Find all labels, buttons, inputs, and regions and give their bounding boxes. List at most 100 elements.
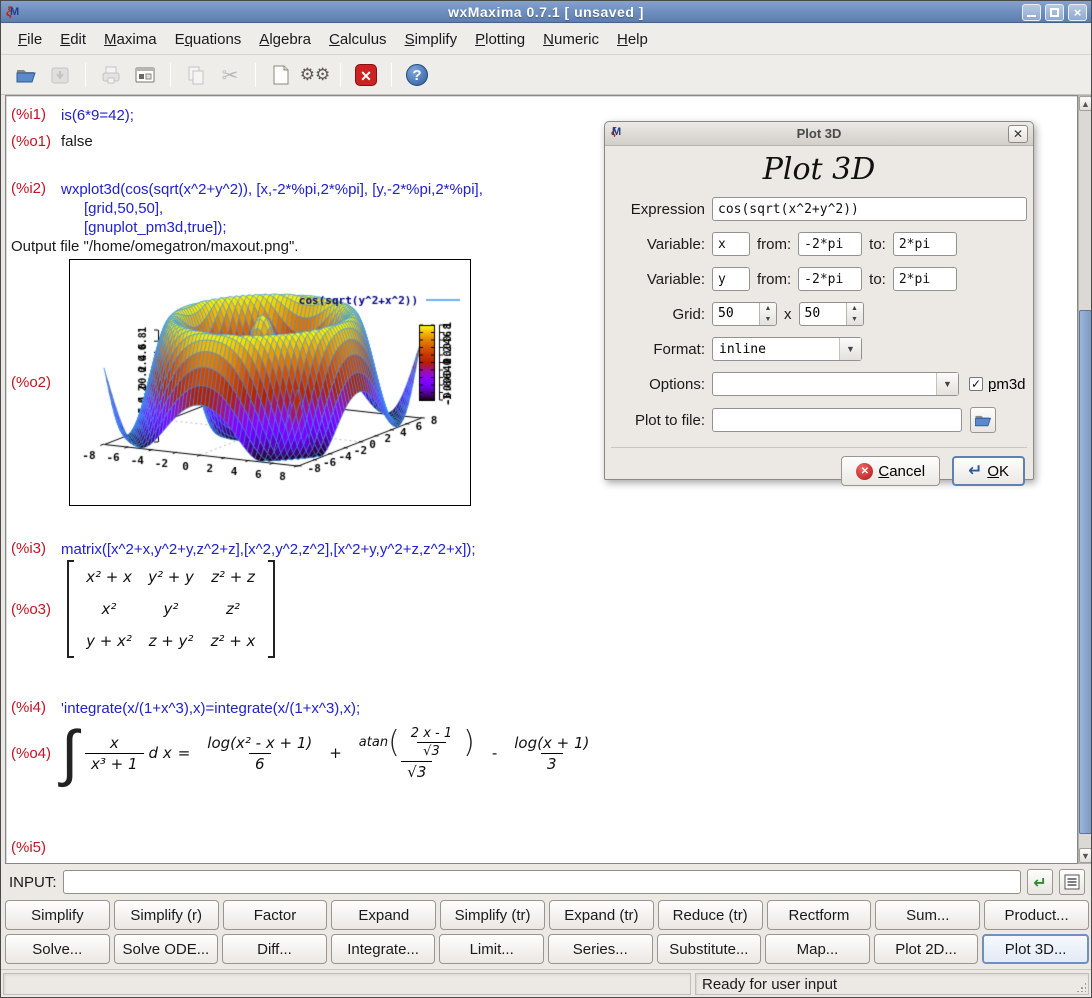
preferences-icon[interactable] <box>130 60 160 90</box>
grid-button-integrate[interactable]: Integrate... <box>331 934 436 964</box>
browse-file-button[interactable] <box>970 407 996 433</box>
grid-button-rectform[interactable]: Rectform <box>767 900 872 930</box>
vertical-scrollbar[interactable]: ▲ ▼ <box>1078 95 1092 864</box>
menu-equations[interactable]: Equations <box>166 27 251 52</box>
variable1-name-field[interactable] <box>712 232 750 256</box>
input-prompt: (%i5) <box>11 839 61 856</box>
spin-down-icon[interactable]: ▼ <box>847 314 863 325</box>
enter-arrow-icon: ↵ <box>1033 873 1046 892</box>
menu-algebra[interactable]: Algebra <box>250 27 320 52</box>
status-bar: Ready for user input <box>1 969 1091 998</box>
cell-i1: (%i1) is(6*9=42); <box>11 106 134 125</box>
output-prompt: (%o3) <box>11 601 61 618</box>
grid-button-sum[interactable]: Sum... <box>875 900 980 930</box>
dialog-close-icon[interactable]: ✕ <box>1008 125 1028 143</box>
expression-label: Expression <box>605 201 705 218</box>
menu-numeric[interactable]: Numeric <box>534 27 608 52</box>
grid-button-plot-3d[interactable]: Plot 3D... <box>982 934 1089 964</box>
from-label: from: <box>757 236 791 253</box>
grid-button-expand[interactable]: Expand <box>331 900 436 930</box>
variable2-label: Variable: <box>605 271 705 288</box>
maximize-icon[interactable] <box>1045 4 1064 21</box>
title-bar[interactable]: ξM wxMaxima 0.7.1 [ unsaved ] × <box>1 1 1091 23</box>
grid-button-solve-ode[interactable]: Solve ODE... <box>114 934 219 964</box>
close-icon[interactable]: × <box>1068 4 1087 21</box>
grid-x-stepper[interactable]: 50 ▲▼ <box>712 302 777 326</box>
chevron-down-icon[interactable]: ▼ <box>936 373 958 395</box>
menu-maxima[interactable]: Maxima <box>95 27 166 52</box>
matrix-cell: z² + z <box>202 568 264 586</box>
print-icon <box>96 60 126 90</box>
grid-button-expand-tr[interactable]: Expand (tr) <box>549 900 654 930</box>
grid-button-reduce-tr[interactable]: Reduce (tr) <box>658 900 763 930</box>
options-select[interactable]: ▼ <box>712 372 959 396</box>
spin-up-icon[interactable]: ▲ <box>847 303 863 314</box>
grid-button-diff[interactable]: Diff... <box>222 934 327 964</box>
list-icon <box>1064 874 1080 890</box>
grid-button-substitute[interactable]: Substitute... <box>657 934 762 964</box>
variable1-label: Variable: <box>605 236 705 253</box>
batch-icon[interactable]: ⚙⚙ <box>300 60 330 90</box>
help-icon[interactable]: ? <box>402 60 432 90</box>
output-prompt: (%o4) <box>11 745 61 762</box>
cell-o1: (%o1) false <box>11 133 93 150</box>
variable2-from-field[interactable] <box>798 267 862 291</box>
enter-command-button[interactable]: ↵ <box>1027 869 1053 895</box>
menu-help[interactable]: Help <box>608 27 657 52</box>
variable2-name-field[interactable] <box>712 267 750 291</box>
grid-button-limit[interactable]: Limit... <box>439 934 544 964</box>
grid-button-product[interactable]: Product... <box>984 900 1089 930</box>
variable2-to-field[interactable] <box>893 267 957 291</box>
grid-button-map[interactable]: Map... <box>765 934 870 964</box>
cell-o3: (%o3) x² + x y² + y z² + z x² y² z² y + … <box>11 560 275 658</box>
format-select[interactable]: inline ▼ <box>712 337 862 361</box>
variable1-from-field[interactable] <box>798 232 862 256</box>
grid-y-stepper[interactable]: 50 ▲▼ <box>799 302 864 326</box>
scroll-down-icon[interactable]: ▼ <box>1079 848 1092 863</box>
chevron-down-icon[interactable]: ▼ <box>839 338 861 360</box>
command-input[interactable] <box>63 870 1021 894</box>
output-file-note: Output file "/home/omegatron/maxout.png"… <box>11 238 298 255</box>
menu-plotting[interactable]: Plotting <box>466 27 534 52</box>
new-document-icon[interactable] <box>266 60 296 90</box>
spin-down-icon[interactable]: ▼ <box>760 314 776 325</box>
grid-button-simplify[interactable]: Simplify <box>5 900 110 930</box>
menu-calculus[interactable]: Calculus <box>320 27 396 52</box>
input-code-line: [grid,50,50], <box>61 199 483 218</box>
grid-button-simplify-tr[interactable]: Simplify (tr) <box>440 900 545 930</box>
resize-grip[interactable] <box>1076 982 1086 992</box>
status-text: Ready for user input <box>702 976 837 993</box>
grid-button-factor[interactable]: Factor <box>223 900 328 930</box>
grid-button-solve[interactable]: Solve... <box>5 934 110 964</box>
grid-button-series[interactable]: Series... <box>548 934 653 964</box>
scrollbar-thumb[interactable] <box>1079 310 1092 834</box>
input-code: is(6*9=42); <box>61 106 134 125</box>
scroll-up-icon[interactable]: ▲ <box>1079 96 1092 111</box>
input-label: INPUT: <box>9 874 63 891</box>
plot3d-surface-chart <box>70 260 470 505</box>
grid-button-plot-2d[interactable]: Plot 2D... <box>874 934 979 964</box>
cancel-button[interactable]: ✕ Cancel <box>841 456 940 486</box>
minimize-icon[interactable] <box>1022 4 1041 21</box>
dialog-title-bar[interactable]: ξM Plot 3D ✕ <box>605 122 1033 146</box>
input-prompt: (%i1) <box>11 106 61 123</box>
plot3d-image-frame <box>69 259 471 506</box>
interrupt-icon[interactable]: ✕ <box>351 60 381 90</box>
matrix-cell: z² + x <box>202 632 264 650</box>
pm3d-label: pm3d <box>988 376 1026 393</box>
history-menu-button[interactable] <box>1059 869 1085 895</box>
spin-up-icon[interactable]: ▲ <box>760 303 776 314</box>
menu-simplify[interactable]: Simplify <box>396 27 467 52</box>
menu-file[interactable]: File <box>9 27 51 52</box>
menu-edit[interactable]: Edit <box>51 27 95 52</box>
input-bar: INPUT: ↵ <box>1 864 1091 900</box>
format-label: Format: <box>605 341 705 358</box>
variable1-to-field[interactable] <box>893 232 957 256</box>
pm3d-checkbox[interactable]: ✓ <box>969 377 983 391</box>
expression-field[interactable] <box>712 197 1027 221</box>
plot-to-file-field[interactable] <box>712 408 962 432</box>
grid-button-simplify-r[interactable]: Simplify (r) <box>114 900 219 930</box>
open-icon[interactable] <box>11 60 41 90</box>
ok-button[interactable]: ↵ OK <box>952 456 1025 486</box>
matrix-cell: z + y² <box>140 632 202 650</box>
